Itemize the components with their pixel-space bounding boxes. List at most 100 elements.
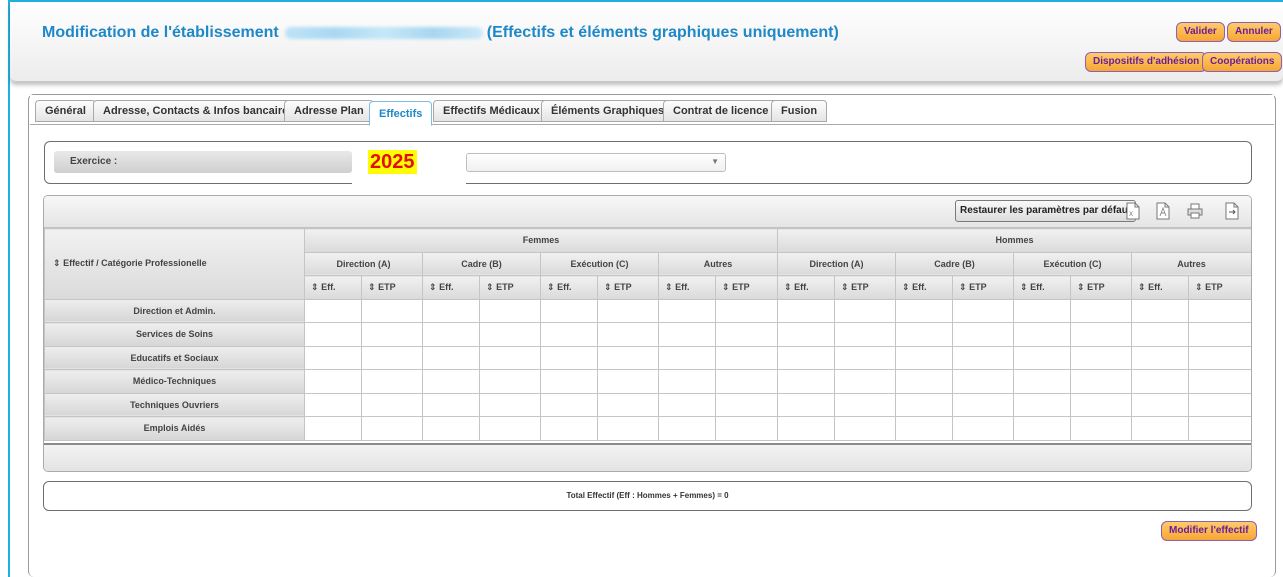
- table-cell[interactable]: [479, 345, 541, 370]
- table-cell[interactable]: [1188, 322, 1251, 347]
- tab-adresse-contacts[interactable]: Adresse, Contacts & Infos bancaires: [93, 100, 305, 122]
- sortable-column-header[interactable]: ⇕ ETP: [952, 275, 1015, 300]
- sortable-column-header[interactable]: ⇕ ETP: [479, 275, 541, 300]
- table-cell[interactable]: [714, 416, 779, 441]
- table-cell[interactable]: [1131, 298, 1190, 323]
- table-cell[interactable]: [777, 345, 836, 370]
- tab-general[interactable]: Général: [35, 100, 96, 122]
- table-cell[interactable]: [597, 298, 659, 323]
- valider-button[interactable]: Valider: [1176, 22, 1225, 42]
- sortable-column-header[interactable]: ⇕ Eff.: [895, 275, 954, 300]
- table-cell[interactable]: [952, 298, 1015, 323]
- sortable-column-header[interactable]: ⇕ ETP: [1070, 275, 1133, 300]
- table-cell[interactable]: [895, 392, 954, 417]
- table-cell[interactable]: [479, 416, 541, 441]
- tab-effectifs-medicaux[interactable]: Effectifs Médicaux: [433, 100, 550, 122]
- table-cell[interactable]: [777, 322, 836, 347]
- table-cell[interactable]: [479, 322, 541, 347]
- table-cell[interactable]: [361, 298, 423, 323]
- table-cell[interactable]: [714, 345, 779, 370]
- table-cell[interactable]: [1188, 298, 1251, 323]
- table-cell[interactable]: [1188, 416, 1251, 441]
- table-cell[interactable]: [361, 392, 423, 417]
- modify-effectif-button[interactable]: Modifier l'effectif: [1161, 521, 1257, 541]
- table-cell[interactable]: [540, 392, 598, 417]
- table-cell[interactable]: [1070, 345, 1133, 370]
- table-cell[interactable]: [597, 392, 659, 417]
- sortable-column-header[interactable]: ⇕ Eff.: [304, 275, 362, 300]
- table-cell[interactable]: [479, 392, 541, 417]
- exercice-select[interactable]: ▼: [466, 153, 726, 172]
- table-cell[interactable]: [361, 345, 423, 370]
- sortable-column-header[interactable]: ⇕ Eff.: [1131, 275, 1190, 300]
- table-cell[interactable]: [834, 345, 897, 370]
- table-cell[interactable]: [658, 322, 716, 347]
- tab-elements-graphiques[interactable]: Éléments Graphiques: [541, 100, 675, 122]
- table-cell[interactable]: [422, 369, 480, 394]
- table-cell[interactable]: [714, 298, 779, 323]
- table-cell[interactable]: [714, 322, 779, 347]
- table-cell[interactable]: [304, 392, 362, 417]
- table-cell[interactable]: [422, 416, 480, 441]
- sortable-column-header[interactable]: ⇕ ETP: [361, 275, 423, 300]
- table-cell[interactable]: [952, 392, 1015, 417]
- export-icon[interactable]: [1224, 202, 1240, 220]
- table-cell[interactable]: [361, 369, 423, 394]
- table-cell[interactable]: [1013, 298, 1072, 323]
- table-cell[interactable]: [952, 369, 1015, 394]
- table-cell[interactable]: [777, 369, 836, 394]
- table-cell[interactable]: [834, 322, 897, 347]
- table-cell[interactable]: [304, 298, 362, 323]
- table-cell[interactable]: [895, 322, 954, 347]
- dispositifs-adhesion-button[interactable]: Dispositifs d'adhésion: [1085, 52, 1208, 72]
- table-cell[interactable]: [777, 298, 836, 323]
- table-cell[interactable]: [1070, 392, 1133, 417]
- table-cell[interactable]: [540, 416, 598, 441]
- table-cell[interactable]: [658, 298, 716, 323]
- table-cell[interactable]: [714, 369, 779, 394]
- table-cell[interactable]: [952, 322, 1015, 347]
- table-cell[interactable]: [540, 345, 598, 370]
- sortable-column-header[interactable]: ⇕ Eff.: [1013, 275, 1072, 300]
- table-cell[interactable]: [479, 369, 541, 394]
- table-cell[interactable]: [597, 322, 659, 347]
- table-cell[interactable]: [1188, 345, 1251, 370]
- table-cell[interactable]: [540, 322, 598, 347]
- annuler-button[interactable]: Annuler: [1227, 22, 1281, 42]
- tab-fusion[interactable]: Fusion: [771, 100, 828, 122]
- table-cell[interactable]: [895, 369, 954, 394]
- table-cell[interactable]: [1013, 416, 1072, 441]
- table-cell[interactable]: [1188, 392, 1251, 417]
- table-cell[interactable]: [777, 416, 836, 441]
- table-cell[interactable]: [714, 392, 779, 417]
- table-cell[interactable]: [422, 345, 480, 370]
- table-cell[interactable]: [1131, 392, 1190, 417]
- table-cell[interactable]: [1070, 298, 1133, 323]
- table-cell[interactable]: [304, 345, 362, 370]
- table-cell[interactable]: [540, 369, 598, 394]
- sortable-column-header[interactable]: ⇕ ETP: [1188, 275, 1251, 300]
- sortable-column-header[interactable]: ⇕ ETP: [597, 275, 659, 300]
- restore-defaults-button[interactable]: Restaurer les paramètres par défaut: [955, 200, 1137, 222]
- sortable-column-header[interactable]: ⇕ Eff.: [540, 275, 598, 300]
- table-cell[interactable]: [1070, 416, 1133, 441]
- table-cell[interactable]: [777, 392, 836, 417]
- pdf-export-icon[interactable]: [1155, 202, 1171, 220]
- table-cell[interactable]: [479, 298, 541, 323]
- table-cell[interactable]: [422, 392, 480, 417]
- table-cell[interactable]: [895, 345, 954, 370]
- table-cell[interactable]: [952, 416, 1015, 441]
- table-cell[interactable]: [1013, 322, 1072, 347]
- category-column-header[interactable]: ⇕ Effectif / Catégorie Professionelle: [44, 228, 305, 300]
- table-cell[interactable]: [1131, 322, 1190, 347]
- sortable-column-header[interactable]: ⇕ Eff.: [422, 275, 480, 300]
- table-cell[interactable]: [895, 298, 954, 323]
- tab-adresse-plan[interactable]: Adresse Plan: [284, 100, 374, 122]
- table-cell[interactable]: [1131, 416, 1190, 441]
- table-cell[interactable]: [1013, 369, 1072, 394]
- table-cell[interactable]: [658, 369, 716, 394]
- table-cell[interactable]: [597, 369, 659, 394]
- table-cell[interactable]: [1070, 322, 1133, 347]
- table-cell[interactable]: [1131, 369, 1190, 394]
- table-cell[interactable]: [1013, 392, 1072, 417]
